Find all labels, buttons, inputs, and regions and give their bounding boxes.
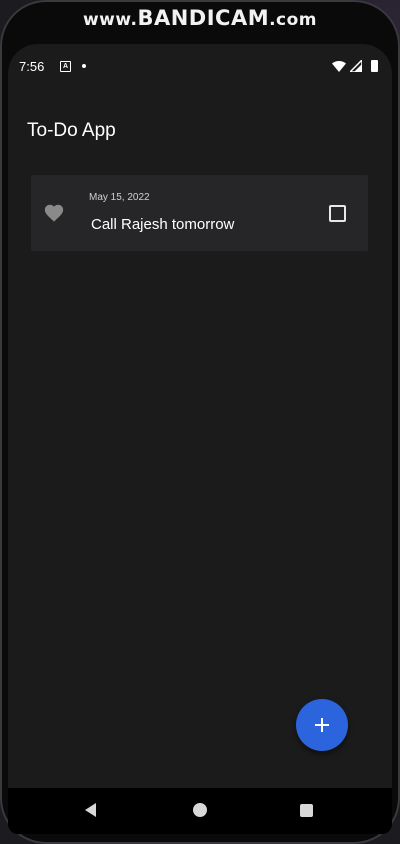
todo-item[interactable]: May 15, 2022 Call Rajesh tomorrow [31, 175, 368, 251]
add-todo-button[interactable] [296, 699, 348, 751]
wifi-icon [332, 61, 346, 72]
heart-icon[interactable] [43, 202, 65, 224]
signal-icon [350, 60, 362, 72]
app-screen: 7:56 A To-Do App May 15, 2022 Call Rajes… [8, 44, 392, 834]
watermark-prefix: www. [82, 10, 138, 30]
battery-icon [371, 60, 378, 72]
recents-icon[interactable] [300, 804, 313, 817]
navigation-bar [8, 788, 392, 834]
todo-text: Call Rajesh tomorrow [91, 216, 235, 233]
page-title: To-Do App [27, 120, 116, 141]
status-bar: 7:56 A [8, 44, 392, 88]
status-time: 7:56 [19, 59, 45, 74]
todo-checkbox[interactable] [329, 205, 346, 222]
watermark-suffix: .com [269, 10, 318, 30]
todo-date: May 15, 2022 [89, 192, 150, 203]
add-icon [315, 718, 329, 732]
dot-icon [82, 64, 86, 68]
app-notification-icon: A [60, 61, 71, 72]
watermark-brand: BANDICAM [137, 6, 270, 30]
back-icon[interactable] [85, 803, 96, 817]
phone-frame: www.BANDICAM.com 7:56 A To-Do App May 15… [0, 0, 400, 844]
watermark: www.BANDICAM.com [0, 6, 400, 30]
home-icon[interactable] [193, 803, 207, 817]
